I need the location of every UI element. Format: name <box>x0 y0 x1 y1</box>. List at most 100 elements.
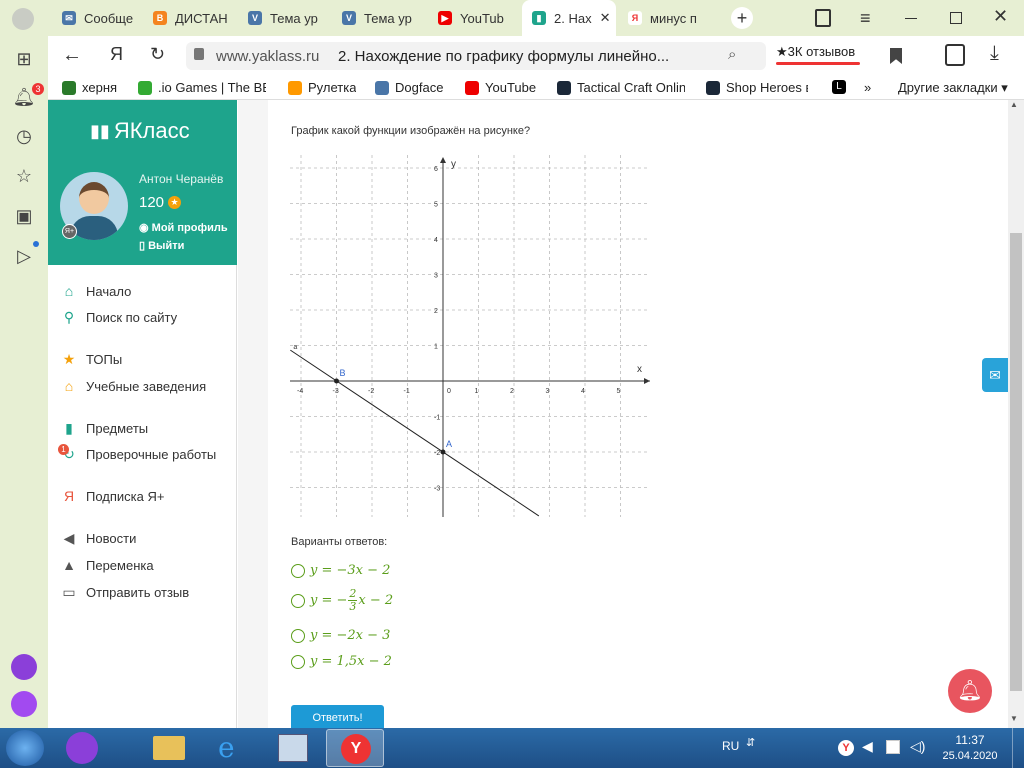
maximize-icon[interactable] <box>950 12 962 24</box>
scrollbar-thumb[interactable] <box>1010 233 1022 691</box>
logout-link[interactable]: ▯ Выйти <box>139 239 184 252</box>
bookmarks-more-button[interactable]: » <box>864 80 871 95</box>
menu-icon[interactable]: ≡ <box>860 8 871 29</box>
network-icon[interactable]: ⇵ <box>746 736 755 749</box>
sidebar-item-6[interactable]: ↻ Проверочные работы <box>60 446 216 462</box>
y-tick-label: 6 <box>434 166 438 173</box>
answer-option-1[interactable]: y = −3x − 2 <box>291 563 390 578</box>
y-tick-label: 3 <box>434 273 438 280</box>
close-window-icon[interactable]: ✕ <box>993 6 1008 27</box>
notifications-bell-button[interactable]: 🔔︎ <box>948 669 992 713</box>
back-icon[interactable]: ← <box>62 44 82 67</box>
minimize-icon[interactable] <box>905 18 917 19</box>
point-b-label: B <box>340 368 346 378</box>
volume-tray-icon[interactable]: ◀ <box>862 738 873 755</box>
media-icon[interactable]: ▷ <box>12 244 36 268</box>
bookmark-item[interactable]: херня <box>62 80 117 95</box>
x-tick-label: 2 <box>510 388 514 395</box>
apps-grid-icon[interactable]: ⊞ <box>12 47 36 71</box>
bookmark-item[interactable]: Рулетка <box>288 80 356 95</box>
tab-favicon-icon: ▶ <box>438 11 452 25</box>
protect-icon[interactable] <box>945 44 965 66</box>
history-icon[interactable]: ◷ <box>12 124 36 148</box>
tab-6[interactable]: ▮ 2. Нах ✕ <box>522 0 616 36</box>
tab-label: 2. Нах <box>554 10 592 26</box>
sidebar-item-2[interactable]: ⚲ Поиск по сайту <box>60 309 177 325</box>
yandex-tray-icon[interactable]: Y <box>838 740 854 756</box>
sidebar-item-3[interactable]: ★ ТОПы <box>60 351 122 367</box>
radio-button[interactable] <box>291 593 305 608</box>
submit-button[interactable]: Ответить! <box>291 705 384 728</box>
sidebar-item-1[interactable]: ⌂ Начало <box>60 283 132 299</box>
site-sidebar: ▮▮ ЯКласс Я+ Антон Черанёв 120 ★ ◉ Мой п… <box>48 100 237 728</box>
app-window-icon[interactable] <box>278 734 308 762</box>
function-graph: -4 -3 -2 -1 0 1 2 3 4 5 6 5 4 3 2 1 -1 -2 -3 x y a B A <box>290 155 650 517</box>
tab-1[interactable]: ✉ Сообще <box>52 0 140 36</box>
logo[interactable]: ▮▮ ЯКласс <box>90 118 190 144</box>
start-button[interactable] <box>6 730 44 766</box>
bookmark-item[interactable]: YouTube <box>465 80 536 95</box>
reload-icon[interactable]: ↻ <box>150 44 165 65</box>
x-tick-label: 5 <box>617 388 621 395</box>
y-tick-label: -2 <box>434 450 440 457</box>
answer-option-3[interactable]: y = −2x − 3 <box>291 628 390 643</box>
sidebar-item-5[interactable]: ▮ Предметы <box>60 420 148 436</box>
radio-button[interactable] <box>291 654 305 669</box>
tabs-manager-icon[interactable] <box>815 9 831 27</box>
yandex-icon[interactable]: Я <box>110 44 123 65</box>
page-scrollbar[interactable]: ▲ ▼ <box>1008 100 1024 728</box>
radio-button[interactable] <box>291 628 305 643</box>
function-line <box>290 349 540 517</box>
download-icon[interactable]: ⤓ <box>990 42 999 65</box>
lock-icon <box>194 48 204 60</box>
clock[interactable]: 11:37 25.04.2020 <box>940 733 1000 762</box>
feedback-mail-button[interactable]: ✉ <box>982 358 1008 392</box>
bookmark-item[interactable]: L <box>832 80 846 94</box>
explorer-icon[interactable] <box>153 736 185 760</box>
bookmark-item[interactable]: Shop Heroes в <box>706 80 808 95</box>
alice-taskbar-icon[interactable] <box>66 732 98 764</box>
profile-avatar-icon[interactable] <box>12 8 34 30</box>
answers-title: Варианты ответов: <box>291 536 388 548</box>
answer-option-4[interactable]: y = 1,5x − 2 <box>291 654 392 669</box>
url-field[interactable]: www.yaklass.ru 2. Нахождение по графику … <box>186 42 766 70</box>
sidebar-item-7[interactable]: Я Подписка Я+ <box>60 488 165 504</box>
flag-tray-icon[interactable] <box>886 740 900 754</box>
tab-3[interactable]: V Тема ур <box>238 0 328 36</box>
show-desktop-button[interactable] <box>1012 728 1024 768</box>
line-label: a <box>293 344 297 351</box>
alice-icon[interactable] <box>11 654 37 680</box>
search-page-icon[interactable]: ⌕ <box>728 46 736 63</box>
sidebar-item-8[interactable]: ◀ Новости <box>60 530 137 546</box>
reviews-badge[interactable]: ★3К отзывов <box>776 44 860 65</box>
user-points: 120 ★ <box>139 194 182 211</box>
point-b-marker <box>334 378 339 384</box>
speaker-tray-icon[interactable]: ◁) <box>910 738 925 755</box>
sidebar-item-10[interactable]: ▭ Отправить отзыв <box>60 584 189 600</box>
bookmark-icon[interactable] <box>890 48 902 64</box>
tab-7[interactable]: Яминус п <box>618 0 718 36</box>
sidebar-item-4[interactable]: ⌂ Учебные заведения <box>60 378 206 394</box>
answer-option-2[interactable]: y = − 2 3 x − 2 <box>291 588 393 613</box>
tab-5[interactable]: ▶ YouTub <box>428 0 522 36</box>
bookmark-label: херня <box>82 80 118 95</box>
tab-close-icon[interactable]: ✕ <box>600 10 611 26</box>
other-bookmarks[interactable]: Другие закладки ▾ <box>898 80 1008 96</box>
new-tab-button[interactable]: + <box>731 7 753 29</box>
bookmark-item[interactable]: .io Games | The BE <box>138 80 266 95</box>
bookmark-label: Shop Heroes в <box>726 80 808 95</box>
profile-link[interactable]: ◉ Мой профиль <box>139 221 228 234</box>
point-a-marker <box>440 449 446 455</box>
radio-button[interactable] <box>291 563 305 578</box>
bookmark-item[interactable]: Tactical Craft Onlin <box>557 80 685 95</box>
collections-icon[interactable]: ▣ <box>12 204 36 228</box>
tab-2[interactable]: B ДИСТАН <box>143 0 235 36</box>
tab-4[interactable]: V Тема ур <box>332 0 424 36</box>
favorites-icon[interactable]: ☆ <box>12 164 36 188</box>
ie-icon[interactable]: e <box>218 731 235 764</box>
sidebar-item-9[interactable]: ▲ Переменка <box>60 557 154 573</box>
alice-voice-icon[interactable] <box>11 691 37 717</box>
language-indicator[interactable]: RU <box>722 739 739 753</box>
bookmark-item[interactable]: Dogface <box>375 80 443 95</box>
yandex-browser-taskbar[interactable]: Y <box>326 729 384 767</box>
